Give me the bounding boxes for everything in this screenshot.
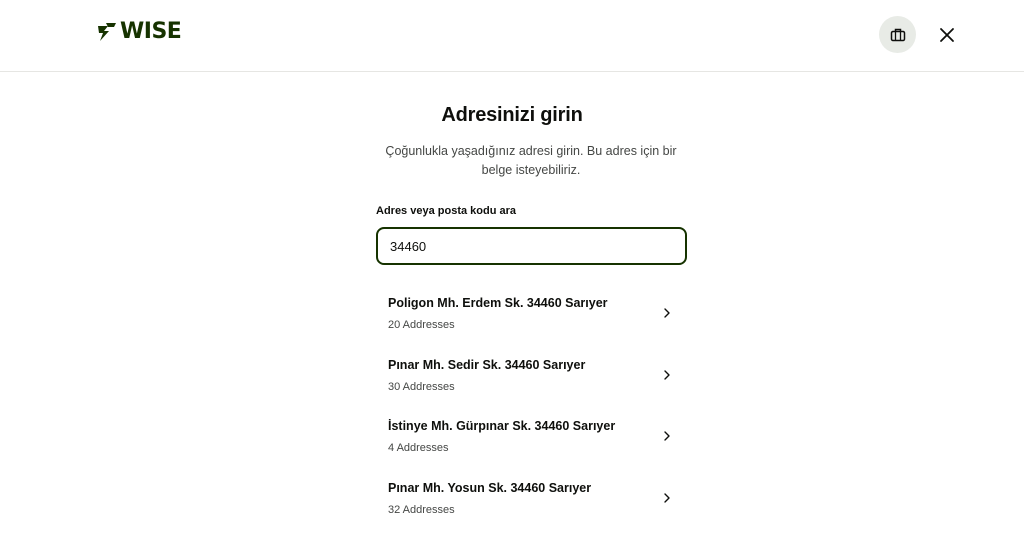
result-title: Pınar Mh. Sedir Sk. 34460 Sarıyer [388,357,586,372]
address-result-item[interactable]: İstinye Mh. Gürpınar Sk. 34460 Sarıyer 4… [376,405,687,467]
briefcase-icon [890,28,905,41]
address-form: Adresinizi girin Çoğunlukla yaşadığınız … [0,72,1024,538]
page-title: Adresinizi girin [441,104,583,126]
result-title: Pınar Mh. Yosun Sk. 34460 Sarıyer [388,480,592,495]
close-icon [940,28,954,42]
result-count: 20 Addresses [388,319,455,331]
chevron-right-icon [664,308,670,318]
result-count: 4 Addresses [388,442,449,454]
wise-logo[interactable]: WISE [98,19,182,44]
result-count: 32 Addresses [388,503,455,516]
address-result-item[interactable]: Poligon Mh. Erdem Sk. 34460 Sarıyer 20 A… [376,282,687,344]
address-search-input[interactable] [376,227,687,265]
address-result-item[interactable]: Pınar Mh. Yosun Sk. 34460 Sarıyer 32 Add… [376,467,687,529]
result-title: Poligon Mh. Erdem Sk. 34460 Sarıyer [388,296,608,310]
business-account-button[interactable] [879,16,916,53]
top-bar: WISE [0,0,1024,72]
close-button[interactable] [932,20,962,50]
address-result-item[interactable]: Pınar Mh. Sedir Sk. 34460 Sarıyer 30 Add… [376,344,687,406]
address-results-list: Poligon Mh. Erdem Sk. 34460 Sarıyer 20 A… [376,282,687,528]
result-count: 30 Addresses [388,380,455,393]
chevron-right-icon [664,431,670,441]
wise-flag-icon [98,23,116,41]
result-title: İstinye Mh. Gürpınar Sk. 34460 Sarıyer [388,419,616,433]
page-subtitle: Çoğunlukla yaşadığınız adresi girin. Bu … [385,144,677,177]
search-label: Adres veya posta kodu ara [376,205,517,217]
chevron-right-icon [664,492,670,503]
logo-text: WISE [120,19,182,44]
chevron-right-icon [664,369,670,380]
